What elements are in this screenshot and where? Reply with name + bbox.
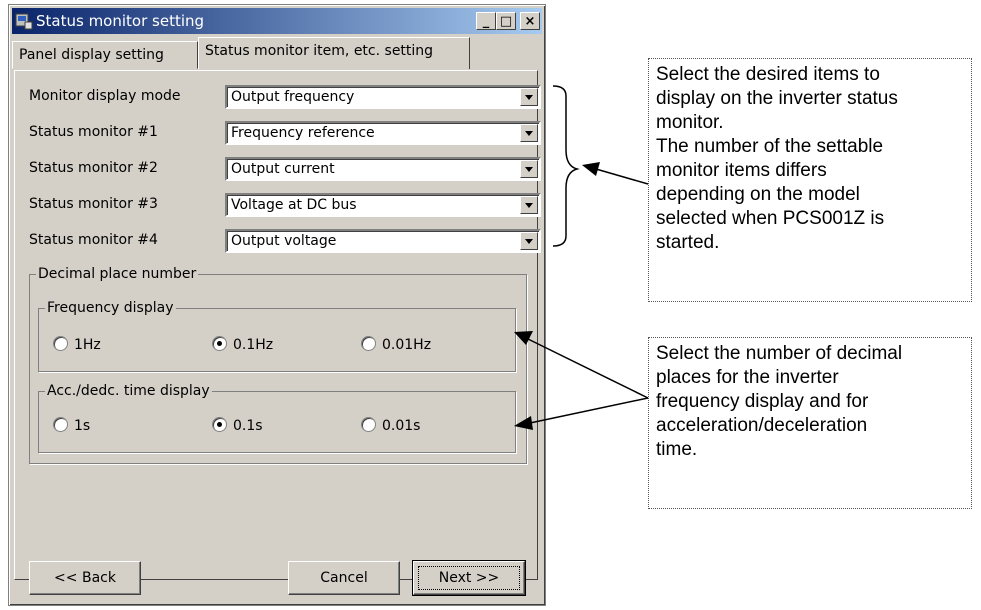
curly-brace [552,85,580,247]
arrow-line-2 [527,338,649,399]
arrow-line-3 [529,397,649,424]
arrowhead-2 [514,331,533,345]
arrowhead-1 [582,162,600,176]
tab-status-monitor[interactable]: Status monitor item, etc. setting [198,37,470,69]
annotation-arrows [514,85,649,430]
arrow-line-1 [595,168,649,185]
arrowhead-3 [514,416,533,430]
